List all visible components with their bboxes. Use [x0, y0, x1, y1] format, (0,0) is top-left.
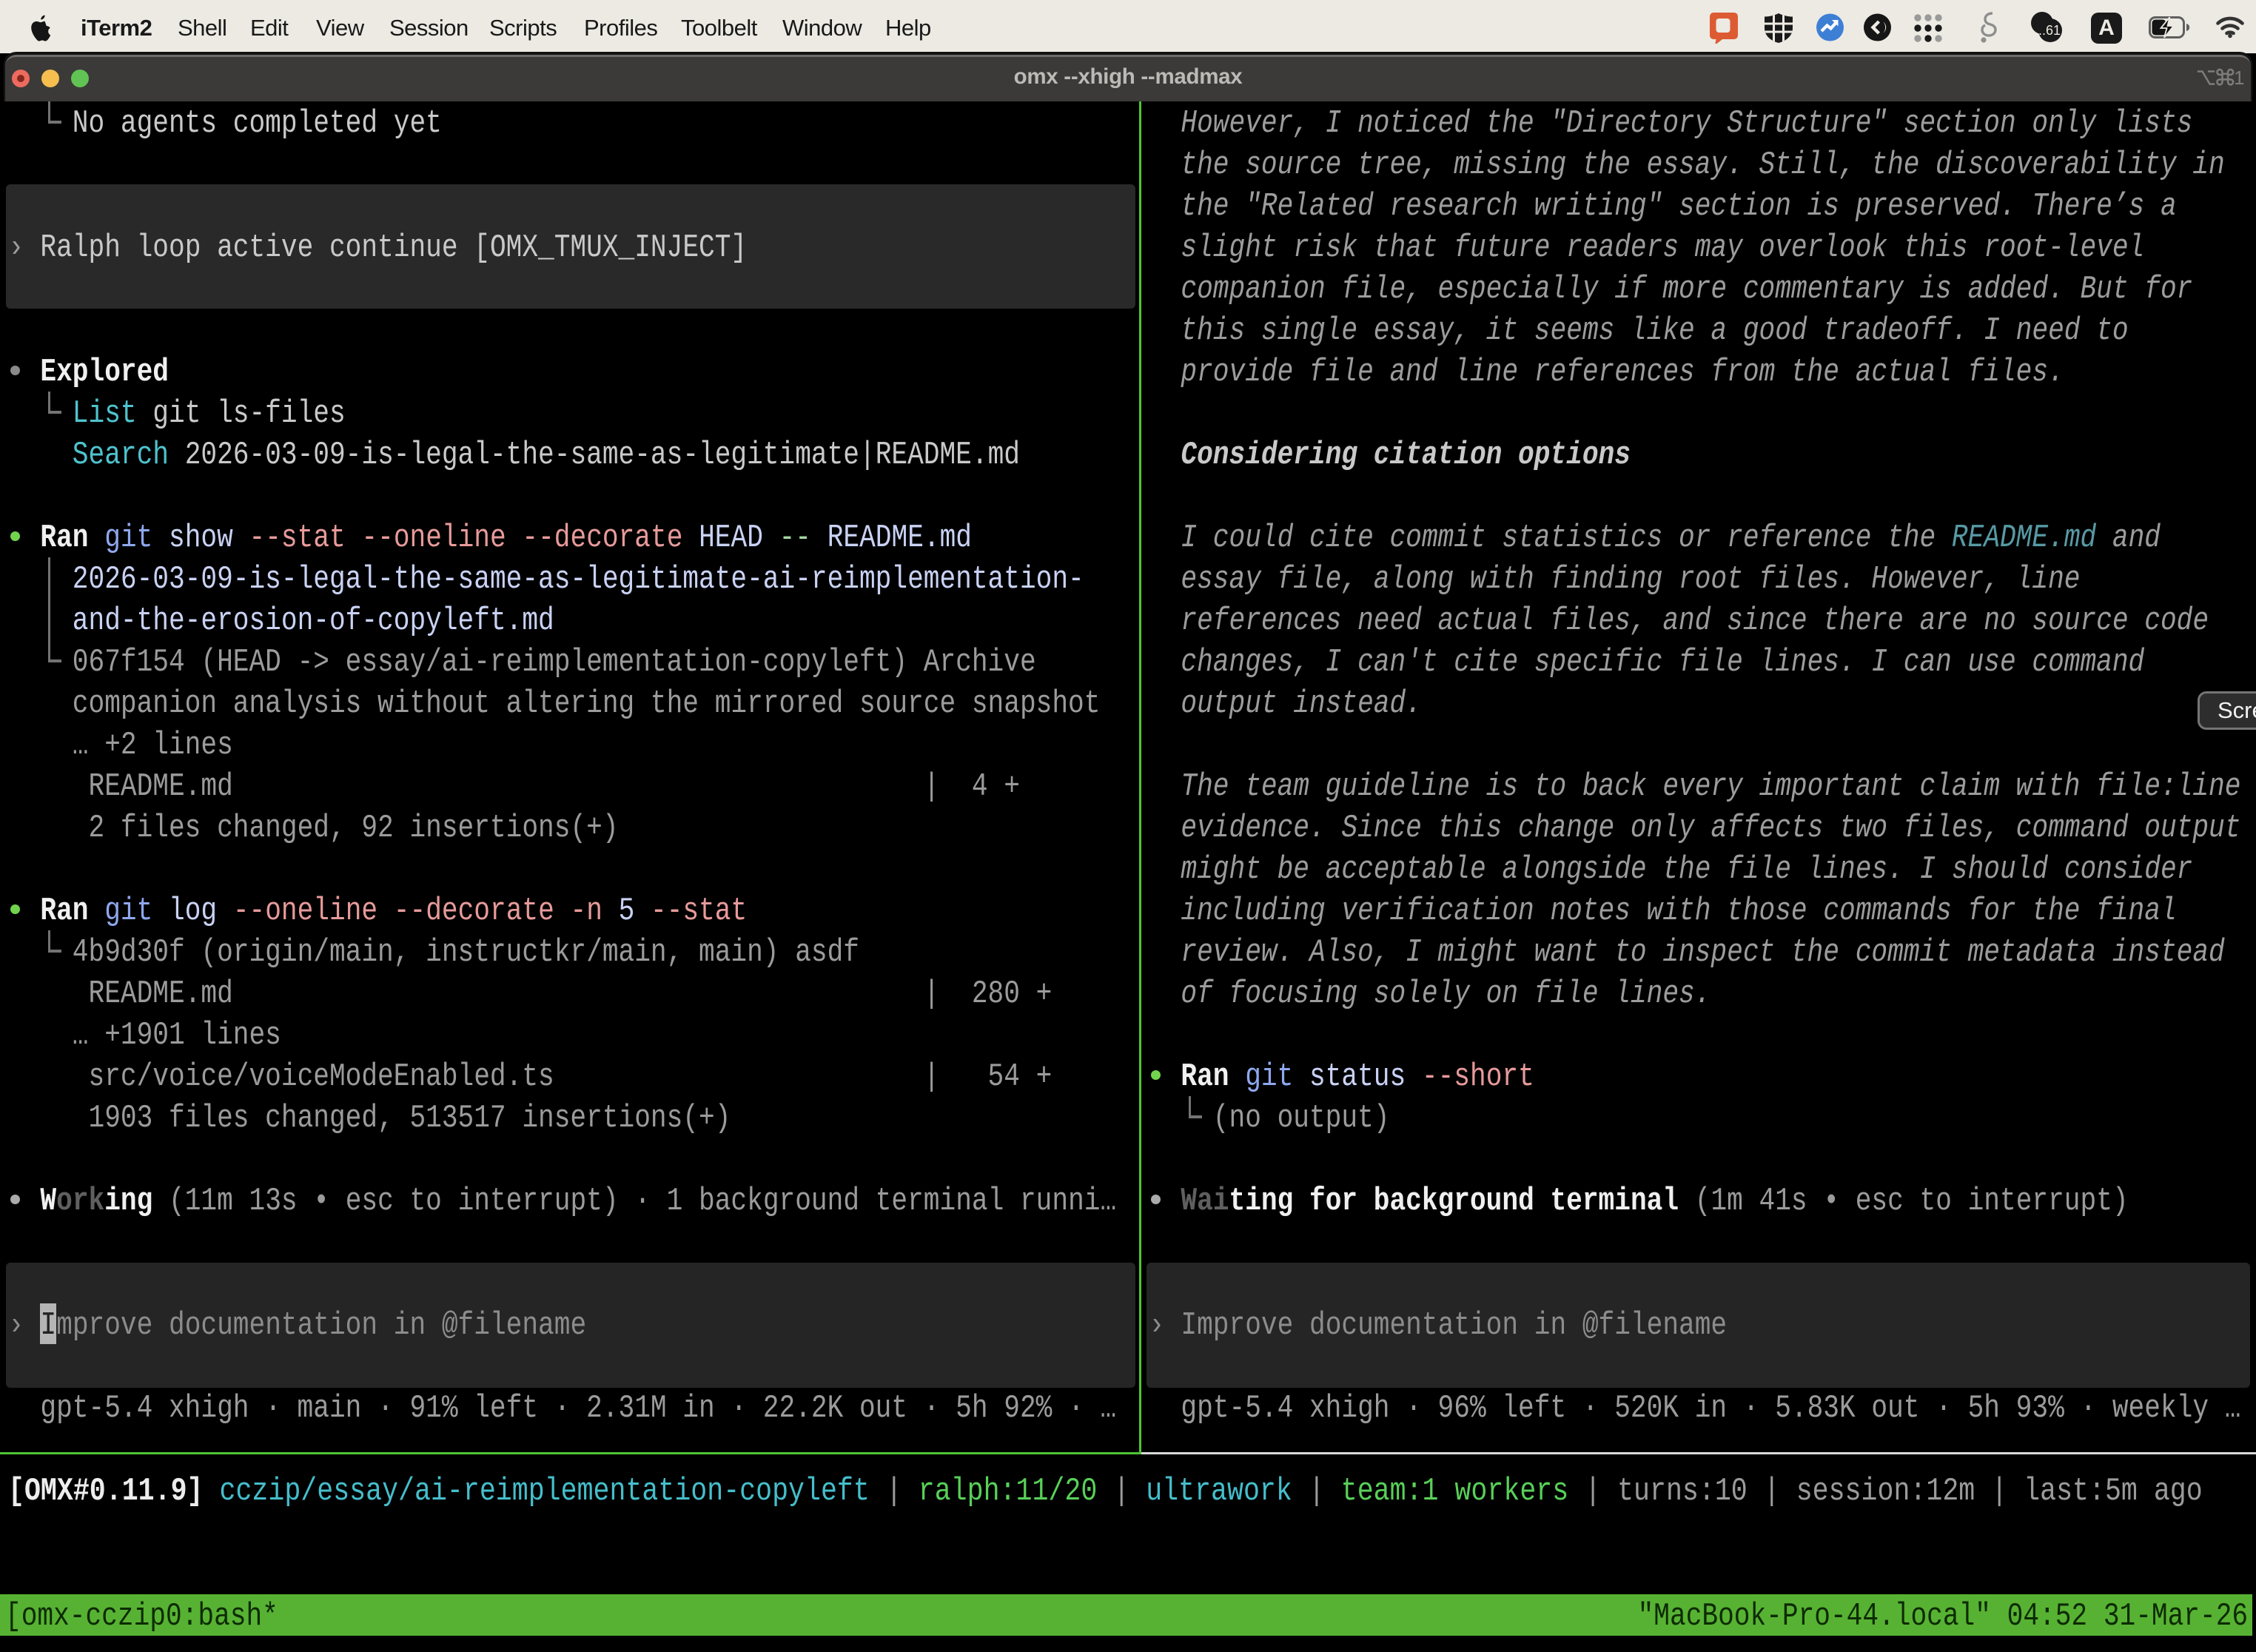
svg-text:..61: ..61 — [2038, 23, 2061, 38]
svg-text:1: 1 — [2234, 67, 2244, 89]
